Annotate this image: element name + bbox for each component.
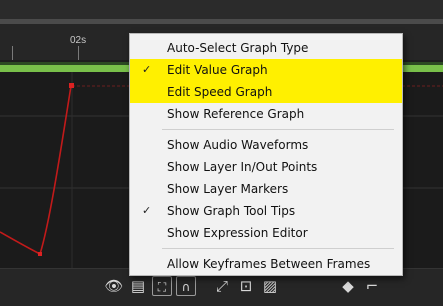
eye-icon[interactable]: 👁 (104, 276, 124, 296)
menu-item-allow-keyframes-between-frames[interactable]: Allow Keyframes Between Frames (130, 253, 402, 275)
graph-options-menu: Auto-Select Graph Type ✓ Edit Value Grap… (129, 33, 403, 276)
snap-magnet-icon[interactable]: ∩ (176, 276, 196, 296)
menu-item-label: Show Reference Graph (167, 107, 305, 121)
menu-item-show-audio-waveforms[interactable]: Show Audio Waveforms (130, 134, 402, 156)
menu-item-label: Show Graph Tool Tips (167, 204, 296, 218)
menu-item-label: Allow Keyframes Between Frames (167, 257, 371, 271)
menu-item-edit-value-graph[interactable]: ✓ Edit Value Graph (130, 59, 402, 81)
ruler-tick (78, 46, 79, 60)
timeline-header (0, 0, 443, 24)
fit-selection-icon[interactable]: ⤢ (212, 276, 232, 296)
separate-dimensions-icon[interactable]: ▨ (260, 276, 280, 296)
ruler-tick (12, 46, 13, 60)
menu-item-label: Show Expression Editor (167, 226, 308, 240)
menu-item-show-graph-tool-tips[interactable]: ✓ Show Graph Tool Tips (130, 200, 402, 222)
menu-item-label: Show Layer In/Out Points (167, 160, 318, 174)
menu-item-show-reference-graph[interactable]: Show Reference Graph (130, 103, 402, 125)
menu-item-show-layer-in-out-points[interactable]: Show Layer In/Out Points (130, 156, 402, 178)
value-curve[interactable] (0, 85, 72, 256)
check-icon: ✓ (142, 63, 152, 76)
check-icon: ✓ (142, 204, 152, 217)
graph-type-menu-icon[interactable]: ▤ (128, 276, 148, 296)
menu-item-label: Edit Speed Graph (167, 85, 273, 99)
transform-box-icon[interactable]: ⛶ (152, 276, 172, 296)
menu-separator (162, 248, 394, 249)
menu-item-show-expression-editor[interactable]: Show Expression Editor (130, 222, 402, 244)
menu-separator (162, 129, 394, 130)
menu-item-label: Auto-Select Graph Type (167, 41, 309, 55)
menu-item-label: Edit Value Graph (167, 63, 268, 77)
fit-all-icon[interactable]: ⊡ (236, 276, 256, 296)
keyframe-handle[interactable] (38, 252, 42, 256)
menu-item-show-layer-markers[interactable]: Show Layer Markers (130, 178, 402, 200)
menu-item-label: Show Audio Waveforms (167, 138, 309, 152)
menu-item-auto-select-graph-type[interactable]: Auto-Select Graph Type (130, 37, 402, 59)
menu-item-edit-speed-graph[interactable]: Edit Speed Graph (130, 81, 402, 103)
easy-ease-icon[interactable]: ⌐ (362, 276, 382, 296)
time-ruler-label: 02s (70, 35, 87, 46)
convert-keyframe-icon[interactable]: ◆ (338, 276, 358, 296)
menu-item-label: Show Layer Markers (167, 182, 289, 196)
keyframe-handle[interactable] (69, 83, 74, 88)
